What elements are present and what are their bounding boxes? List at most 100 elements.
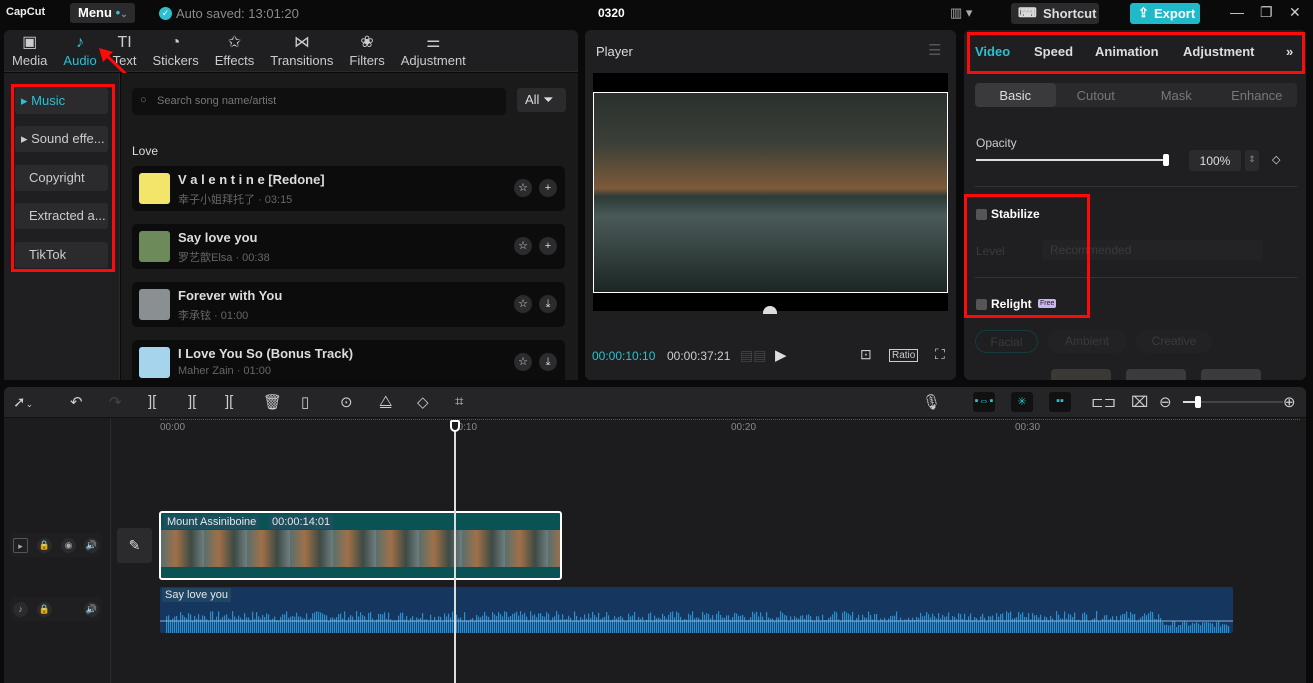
timeline-zoom-slider[interactable] [1183, 396, 1283, 408]
stepper-icon[interactable]: ⇕ [1245, 150, 1259, 171]
search-input[interactable]: Search song name/artist [132, 88, 506, 115]
lock-icon[interactable]: 🔒 [37, 602, 52, 617]
tab-media[interactable]: ▣ Media [12, 30, 47, 71]
play-button[interactable]: ▶ [775, 346, 787, 364]
tab-transitions[interactable]: ⋈ Transitions [270, 30, 333, 71]
waveform-bar [354, 620, 356, 633]
relight-mode-ambient[interactable]: Ambient [1047, 330, 1127, 353]
preset-thumbnail[interactable] [1126, 369, 1186, 380]
edit-cover-button[interactable]: ✎ [117, 528, 152, 563]
waveform-bar [1120, 615, 1122, 633]
favorite-icon[interactable]: ☆ [514, 353, 532, 371]
layout-icon[interactable]: ▥ ▾ [950, 5, 972, 21]
waveform-bar [972, 620, 974, 633]
link-icon[interactable]: ▪▪ [1049, 392, 1071, 412]
opacity-input[interactable]: 100% [1189, 150, 1241, 171]
zoom-fit-icon[interactable]: ⊡ [860, 346, 872, 363]
video-clip[interactable]: Mount Assiniboine 00:00:14:01 [159, 511, 562, 580]
menu-button[interactable]: Menu •⌄ [70, 3, 135, 23]
slider-thumb[interactable] [1195, 396, 1201, 408]
preset-thumbnail[interactable] [1201, 369, 1261, 380]
subtab-enhance[interactable]: Enhance [1217, 83, 1298, 107]
freeze-icon[interactable]: ▯ [301, 393, 309, 411]
waveform-bar [480, 617, 482, 633]
tab-stickers[interactable]: ◔ Stickers [153, 30, 199, 71]
favorite-icon[interactable]: ☆ [514, 179, 532, 197]
rotate-icon[interactable]: ◇ [417, 393, 429, 411]
maximize-icon[interactable]: ❐ [1260, 4, 1273, 21]
waveform-bar [522, 614, 524, 633]
split-icon[interactable]: ][ [148, 393, 156, 410]
crop-icon[interactable]: ⌗ [455, 393, 463, 410]
waveform-bar [968, 616, 970, 633]
waveform-bar [264, 616, 266, 633]
tab-filters[interactable]: ❀ Filters [349, 30, 384, 71]
download-icon[interactable]: ⤓ [539, 295, 557, 313]
tab-effects[interactable]: ✩ Effects [215, 30, 255, 71]
opacity-slider[interactable] [976, 154, 1169, 166]
redo-icon[interactable]: ↷ [109, 393, 122, 411]
tab-adjustment[interactable]: ⚌ Adjustment [401, 30, 466, 71]
keyframe-icon[interactable]: ◇ [1272, 153, 1280, 166]
split-right-icon[interactable]: ][ [225, 393, 233, 410]
split-left-icon[interactable]: ][ [188, 393, 196, 410]
select-tool-icon[interactable]: ➚⌄ [13, 393, 33, 411]
song-title: V a l e n t i n e [Redone] [178, 172, 325, 187]
reverse-icon[interactable]: ⊙ [340, 393, 353, 411]
relight-mode-creative[interactable]: Creative [1136, 330, 1212, 353]
video-frame[interactable] [593, 92, 948, 293]
audio-clip[interactable]: Say love you [160, 587, 1233, 633]
split-view-icon[interactable]: ⊏⊐ [1091, 393, 1116, 411]
eye-icon[interactable]: ◉ [61, 538, 76, 553]
playhead-handle[interactable] [450, 420, 460, 432]
shortcut-button[interactable]: ⌨ Shortcut [1011, 3, 1099, 24]
minimize-icon[interactable]: — [1230, 4, 1244, 20]
subtab-cutout[interactable]: Cutout [1056, 83, 1137, 107]
tab-audio[interactable]: ♪ Audio [63, 30, 96, 71]
microphone-icon[interactable]: 🎙 [922, 393, 941, 411]
delete-icon[interactable]: 🗑 [263, 393, 282, 411]
waveform-bar [750, 617, 752, 633]
filter-button[interactable]: All ⏷ [517, 88, 566, 112]
subtab-mask[interactable]: Mask [1136, 83, 1217, 107]
preset-thumbnail[interactable] [1051, 369, 1111, 380]
slider-thumb[interactable] [1163, 154, 1169, 166]
waveform-bar [1130, 612, 1132, 633]
favorite-icon[interactable]: ☆ [514, 295, 532, 313]
add-icon[interactable]: + [539, 237, 557, 255]
list-item[interactable]: V a l e n t i n e [Redone] 幸子小姐拜托了 · 03:1… [132, 166, 565, 211]
mirror-icon[interactable]: ⧋ [379, 393, 392, 410]
waveform-bar [444, 613, 446, 633]
zoom-out-icon[interactable]: ⊖ [1159, 393, 1172, 411]
lock-icon[interactable]: 🔒 [37, 538, 52, 553]
add-icon[interactable]: + [539, 179, 557, 197]
clip-filmstrip [161, 530, 560, 567]
menu-icon[interactable]: ☰ [928, 41, 941, 59]
rotate-handle[interactable] [763, 306, 777, 314]
grid-icon[interactable]: ▤▤ [740, 347, 766, 364]
speaker-icon[interactable]: 🔊 [84, 538, 99, 553]
preview-axis-icon[interactable]: ⌧ [1131, 393, 1148, 411]
zoom-in-icon[interactable]: ⊕ [1283, 393, 1296, 411]
download-icon[interactable]: ⤓ [539, 353, 557, 371]
list-item[interactable]: I Love You So (Bonus Track) Maher Zain · … [132, 340, 565, 380]
magnet-icon[interactable]: ▪⇔▪ [973, 392, 995, 412]
waveform-bar [1010, 611, 1012, 633]
list-item[interactable]: Say love you 罗艺歆Elsa · 00:38 ☆ + [132, 224, 565, 269]
list-item[interactable]: Forever with You 李承铉 · 01:00 ☆ ⤓ [132, 282, 565, 327]
tab-label: Transitions [270, 53, 334, 68]
subtab-basic[interactable]: Basic [975, 83, 1056, 107]
waveform-bar [1078, 619, 1080, 633]
undo-icon[interactable]: ↶ [70, 393, 83, 411]
export-button[interactable]: ⇪ Export [1130, 3, 1200, 24]
favorite-icon[interactable]: ☆ [514, 237, 532, 255]
waveform-bar [240, 617, 242, 633]
fullscreen-icon[interactable]: ⛶ [935, 346, 945, 363]
close-icon[interactable]: ✕ [1289, 4, 1301, 21]
ratio-button[interactable]: Ratio [889, 349, 919, 362]
speaker-icon[interactable]: 🔊 [84, 602, 99, 617]
waveform-bar [1108, 619, 1110, 633]
playhead[interactable] [454, 420, 456, 683]
relight-mode-facial[interactable]: Facial [975, 330, 1038, 353]
auto-snap-icon[interactable]: ✳ [1011, 392, 1033, 412]
